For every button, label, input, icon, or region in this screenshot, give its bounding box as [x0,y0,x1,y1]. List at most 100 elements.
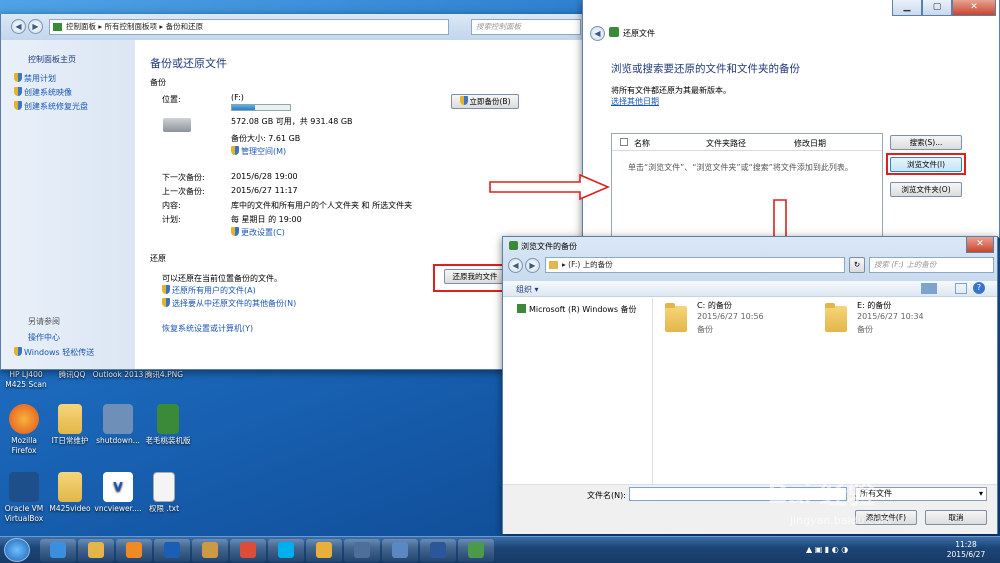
search-input[interactable]: 搜索控制面板 [471,19,581,35]
disk-usage-bar [231,104,291,111]
desktop-icon-vnc[interactable]: Vvncviewer.... [92,472,144,514]
media-icon [126,542,142,558]
taskbar-app-tool[interactable] [192,539,228,562]
search-input[interactable]: 搜索 (F:) 上的备份 [869,257,994,273]
taskbar-app-media[interactable] [116,539,152,562]
manage-space-label: 管理空间(M) [241,147,287,156]
desktop-icon-label: 腾讯QQ [58,370,86,379]
desktop-icon-m425[interactable]: M425video [44,472,96,514]
crumb-all-items[interactable]: 所有控制面板项 [105,22,158,31]
dialog-footer: 文件名(N): 所有文件 ▾ 添加文件(F) 取消 [503,484,997,534]
backup-now-label: 立即备份(B) [469,97,511,106]
preview-pane-icon[interactable] [955,283,967,294]
search-placeholder: 搜索 (F:) 上的备份 [874,260,937,269]
taskbar-app-explorer[interactable] [78,539,114,562]
empty-list-hint: 单击“浏览文件”、“浏览文件夹”或“搜索”将文件添加到此列表。 [628,163,853,172]
desktop-icon-firefox[interactable]: Mozilla Firefox [0,404,50,456]
sidebar-item-label: 创建系统修复光盘 [24,102,88,111]
sidebar-item-label: 禁用计划 [24,74,56,83]
select-other-backup-link[interactable]: 选择要从中还原文件的其他备份(N) [162,298,296,309]
change-settings-label: 更改设置(C) [241,228,285,237]
forward-button[interactable]: ▶ [28,19,43,34]
tray-icons[interactable]: ▲ ▣ ▮ ◐ ◑ [806,545,866,555]
maximize-button[interactable]: ▢ [922,0,952,16]
schedule-value: 每 星期日 的 19:00 [231,215,302,224]
easy-transfer-link[interactable]: Windows 轻松传送 [14,347,94,358]
minimize-button[interactable]: ▁ [892,0,922,16]
forward-button[interactable]: ▶ [525,258,540,273]
refresh-button[interactable]: ↻ [849,257,865,273]
column-folder-path[interactable]: 文件夹路径 [706,138,746,149]
browse-backup-dialog: 浏览文件的备份 ✕ ◀ ▶ ▸ (F:) 上的备份 ↻ 搜索 (F:) 上的备份… [502,236,998,534]
backup-size-text: 备份大小: 7.61 GB [231,134,301,143]
sidebar-item-repair-disc[interactable]: 创建系统修复光盘 [14,101,88,112]
choose-other-date-link[interactable]: 选择其他日期 [611,96,659,107]
taskbar-app-chrome[interactable] [230,539,266,562]
backup-now-button[interactable]: 立即备份(B) [451,94,519,109]
desktop-icon-vbox[interactable]: Oracle VM VirtualBox [0,472,50,524]
restore-file-list[interactable]: 名称 文件夹路径 修改日期 单击“浏览文件”、“浏览文件夹”或“搜索”将文件添加… [611,133,883,238]
desktop-icon-txt[interactable]: 权限 .txt [138,472,190,514]
taskbar-app-network[interactable] [458,539,494,562]
column-modified-date[interactable]: 修改日期 [794,138,826,149]
search-button[interactable]: 搜索(S)... [890,135,962,150]
taskbar-app-vmware[interactable] [306,539,342,562]
back-button[interactable]: ◀ [11,19,26,34]
desktop-icon-it[interactable]: IT日常维护 [44,404,96,446]
tool-icon [202,542,218,558]
desktop-icon-laomao[interactable]: 老毛桃装机版 [142,404,194,446]
action-center-link[interactable]: 操作中心 [28,332,60,343]
shield-icon [162,298,170,307]
taskbar-app-outlook[interactable] [154,539,190,562]
organize-menu[interactable]: 组织 ▾ [516,284,539,295]
sidebar-home-link[interactable]: 控制面板主页 [28,54,76,65]
gear-icon [103,404,133,434]
vbox-icon [354,542,370,558]
cancel-button[interactable]: 取消 [925,510,987,525]
change-settings-link[interactable]: 更改设置(C) [231,227,285,238]
taskbar-app-rdp[interactable] [382,539,418,562]
column-name[interactable]: 名称 [634,138,650,149]
taskbar-app-vbox[interactable] [344,539,380,562]
browse-folders-button[interactable]: 浏览文件夹(O) [890,182,962,197]
recover-system-link[interactable]: 恢复系统设置或计算机(Y) [162,323,253,334]
select-all-checkbox[interactable] [620,138,628,146]
highlight-restore-button [433,264,507,292]
back-button[interactable]: ◀ [590,26,605,41]
sidebar-item-label: 创建系统映像 [24,88,72,97]
start-button[interactable] [4,538,30,562]
dialog-chrome: 浏览文件的备份 ✕ ◀ ▶ ▸ (F:) 上的备份 ↻ 搜索 (F:) 上的备份 [503,237,997,281]
desktop-icon-qq[interactable]: 腾讯QQ [46,370,98,380]
item-type: 备份 [857,325,873,334]
clock[interactable]: 11:28 2015/6/27 [940,540,992,560]
help-icon[interactable]: ? [973,282,985,294]
manage-space-link[interactable]: 管理空间(M) [231,146,286,157]
close-button[interactable]: ✕ [952,0,996,16]
ie-icon [50,542,66,558]
crumb-backup-restore[interactable]: 备份和还原 [166,22,204,31]
taskbar-app-word[interactable] [420,539,456,562]
view-options-icon[interactable] [921,283,937,294]
desktop-icon-png[interactable]: 腾讯4.PNG [138,370,190,380]
toolbar: 组织 ▾ ? [503,281,997,297]
taskbar-app-ie[interactable] [40,539,76,562]
back-button[interactable]: ◀ [508,258,523,273]
backup-item-c[interactable]: C: 的备份 2015/6/27 10:56 备份 [655,298,825,338]
clock-date: 2015/6/27 [946,550,986,559]
backup-icon [509,241,518,250]
close-button[interactable]: ✕ [966,237,994,253]
restore-all-users-link[interactable]: 还原所有用户的文件(A) [162,285,256,296]
address-bar[interactable]: 控制面板 ▸ 所有控制面板项 ▸ 备份和还原 [49,19,449,35]
desktop-icon-outlook[interactable]: Outlook 2013 [92,370,144,380]
sidebar-item-label: Windows 轻松传送 [24,348,95,357]
taskbar-app-skype[interactable] [268,539,304,562]
sidebar-item-create-image[interactable]: 创建系统映像 [14,87,72,98]
sidebar-item-disable-schedule[interactable]: 禁用计划 [14,73,56,84]
chevron-down-icon: ▾ [978,489,983,498]
backup-item-e[interactable]: E: 的备份 2015/6/27 10:34 备份 [815,298,985,338]
address-bar-area: ◀ ▶ 控制面板 ▸ 所有控制面板项 ▸ 备份和还原 搜索控制面板 [1,14,589,40]
desktop-icon-shutdown[interactable]: shutdown... [92,404,144,446]
address-bar[interactable]: ▸ (F:) 上的备份 [545,257,845,273]
nav-item-windows-backup[interactable]: Microsoft (R) Windows 备份 [517,304,637,315]
crumb-control-panel[interactable]: 控制面板 [66,22,96,31]
